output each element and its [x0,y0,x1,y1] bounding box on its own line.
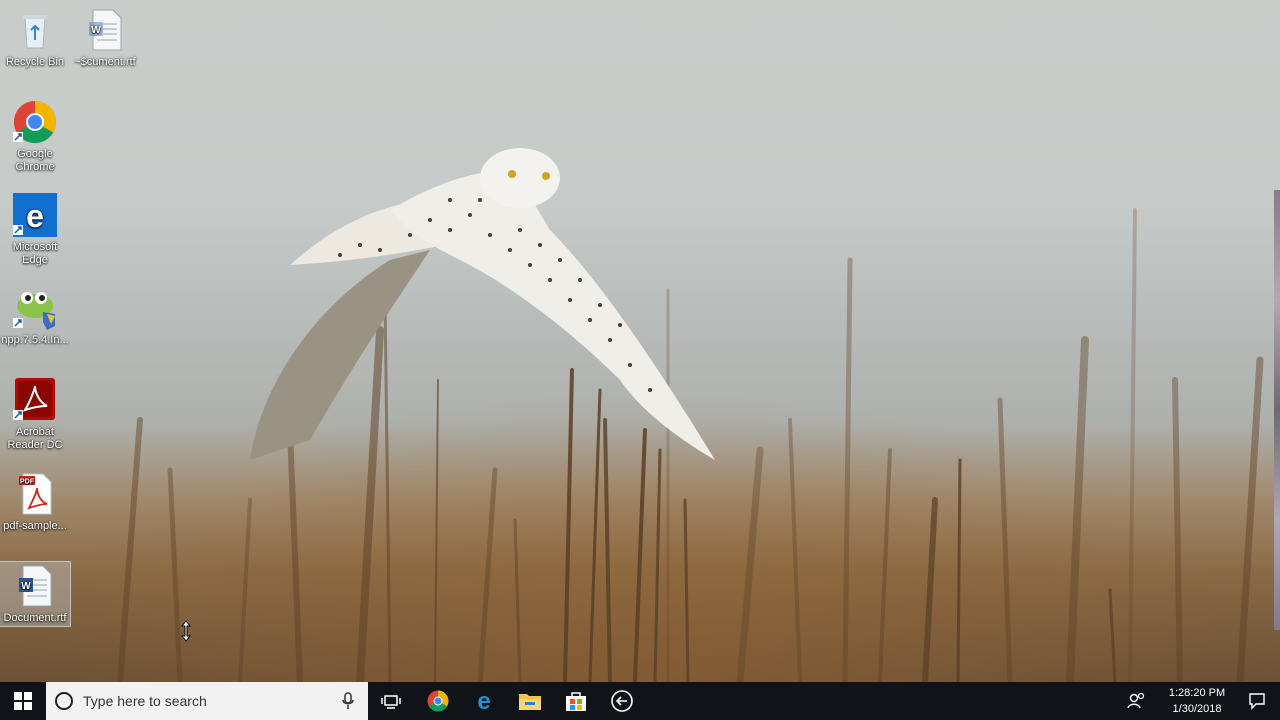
pdf-file-icon: PDF [11,470,59,518]
desktop-icon-label: ~$cument.rtf [74,56,136,68]
people-icon [1127,692,1145,709]
edge-icon: e [11,191,59,239]
resize-cursor-icon [180,620,192,642]
svg-text:W: W [91,25,101,36]
desktop-icon-document-rtf[interactable]: W Document.rtf [0,561,71,627]
desktop-icon-label: Microsoft Edge [12,241,58,266]
desktop-icon-label: pdf-sample... [3,520,67,532]
windows-logo-icon [14,692,32,710]
word-document-icon: W [11,562,59,610]
clock-time: 1:28:20 PM [1168,687,1226,699]
taskbar-chrome-button[interactable] [415,682,461,720]
microphone-icon[interactable] [342,692,354,710]
wallpaper-owl [250,148,715,460]
acrobat-reader-icon [11,376,59,424]
desktop-icon-label: Google Chrome [15,148,55,173]
recycle-bin-icon [11,6,59,54]
taskbar-search-box[interactable]: Type here to search [46,682,368,720]
desktop-icon-label: Document.rtf [3,612,67,624]
task-view-button[interactable] [368,682,414,720]
desktop-icon-npp-installer[interactable]: npp.7.5.4.In... [0,284,70,347]
cortana-circle-icon [55,692,73,710]
taskbar-edge-button[interactable]: e [461,682,507,720]
desktop-icon-temp-rtf[interactable]: W ~$cument.rtf [70,6,140,69]
background-window-edge [1274,190,1280,630]
store-icon [566,692,586,711]
taskbar: Type here to search e 1:28:20 PM 1/30/20… [0,682,1280,720]
taskbar-store-button[interactable] [553,682,599,720]
edge-icon: e [477,689,490,713]
system-clock[interactable]: 1:28:20 PM 1/30/2018 [1162,685,1232,717]
file-explorer-icon [519,694,541,710]
svg-text:e: e [477,689,490,713]
desktop-icon-label: Recycle Bin [5,56,65,68]
start-button[interactable] [0,682,46,720]
svg-text:PDF: PDF [20,479,35,486]
desktop-icon-label: Acrobat Reader DC [7,426,63,451]
task-view-icon [381,695,401,709]
desktop-icon-acrobat-reader[interactable]: Acrobat Reader DC [0,376,70,452]
back-arrow-icon [611,690,633,712]
desktop-icon-label: npp.7.5.4.In... [1,334,69,346]
chrome-icon [427,690,449,712]
svg-text:W: W [21,581,31,592]
svg-text:e: e [26,198,44,234]
desktop-icon-recycle-bin[interactable]: Recycle Bin [0,6,70,69]
search-placeholder: Type here to search [83,693,207,709]
word-document-icon: W [81,6,129,54]
clock-date: 1/30/2018 [1172,703,1222,715]
desktop-icon-google-chrome[interactable]: Google Chrome [0,98,70,174]
people-button[interactable] [1116,682,1156,720]
desktop-background [0,0,1280,682]
desktop-icon-pdf-sample[interactable]: PDF pdf-sample... [0,470,70,533]
taskbar-back-app-button[interactable] [599,682,645,720]
notification-icon [1249,693,1265,710]
chrome-icon [11,98,59,146]
desktop-icon-microsoft-edge[interactable]: e Microsoft Edge [0,191,70,267]
notepad-plus-plus-icon [11,284,59,332]
taskbar-file-explorer-button[interactable] [507,682,553,720]
action-center-button[interactable] [1234,682,1280,720]
